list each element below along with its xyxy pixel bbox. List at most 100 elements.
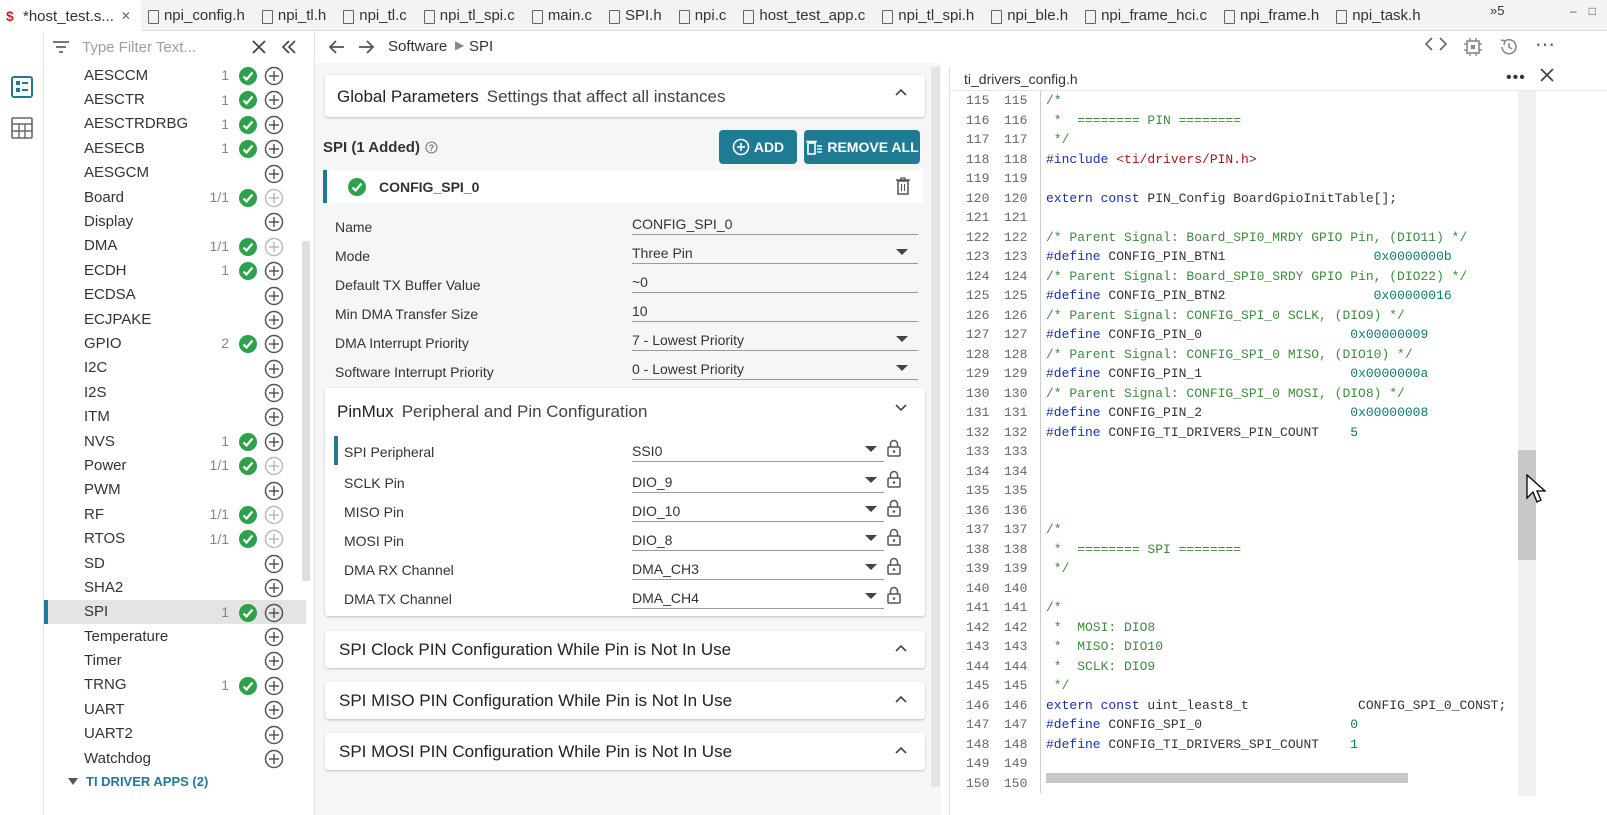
tree-item[interactable]: Watchdog: [44, 746, 306, 770]
tree-item[interactable]: AESECB 1: [44, 136, 306, 160]
history-icon[interactable]: [1499, 37, 1519, 57]
chevron-up-icon[interactable]: [895, 695, 907, 703]
add-button[interactable]: ADD: [719, 130, 797, 164]
add-instance-icon[interactable]: [264, 310, 284, 330]
add-instance-icon[interactable]: [264, 334, 284, 354]
collapsed-section-card[interactable]: SPI Clock PIN Configuration While Pin is…: [325, 631, 925, 668]
add-instance-icon[interactable]: [264, 66, 284, 86]
add-instance-icon[interactable]: [264, 90, 284, 110]
tree-item[interactable]: ECDSA: [44, 283, 306, 307]
add-instance-icon[interactable]: [264, 164, 284, 184]
lock-icon[interactable]: [887, 439, 901, 457]
chevron-up-icon[interactable]: [895, 88, 907, 96]
pinmux-select[interactable]: DIO_10: [632, 500, 884, 522]
breadcrumb-software[interactable]: Software: [388, 38, 447, 55]
add-instance-icon[interactable]: [264, 432, 284, 452]
add-instance-icon[interactable]: [264, 237, 284, 257]
param-input[interactable]: CONFIG_SPI_0: [632, 213, 918, 235]
tree-item[interactable]: RTOS 1/1: [44, 526, 306, 550]
tab-close-icon[interactable]: ✕: [121, 9, 131, 23]
tree-item[interactable]: PWM: [44, 478, 306, 502]
add-instance-icon[interactable]: [264, 359, 284, 379]
tree-item[interactable]: I2C: [44, 356, 306, 380]
add-instance-icon[interactable]: [264, 529, 284, 549]
tree-item[interactable]: ECDH 1: [44, 258, 306, 282]
chevron-down-icon[interactable]: [895, 404, 907, 412]
maximize-icon[interactable]: □: [1589, 4, 1596, 18]
chip-icon[interactable]: [1463, 37, 1483, 57]
filter-icon[interactable]: [53, 41, 69, 53]
lock-icon[interactable]: [887, 470, 901, 488]
lock-icon[interactable]: [887, 586, 901, 604]
tree-scrollbar[interactable]: [302, 241, 310, 581]
tree-item[interactable]: GPIO 2: [44, 331, 306, 355]
editor-filename[interactable]: ti_drivers_config.h: [964, 71, 1078, 87]
editor-tab[interactable]: $ *host_test.s... ✕: [0, 0, 141, 32]
editor-tab[interactable]: SPI.h: [602, 0, 672, 31]
close-editor-icon[interactable]: [1540, 68, 1554, 82]
tree-item[interactable]: UART: [44, 697, 306, 721]
tree-item[interactable]: SD: [44, 551, 306, 575]
lock-icon[interactable]: [887, 528, 901, 546]
param-input[interactable]: 10: [632, 300, 918, 322]
add-instance-icon[interactable]: [264, 554, 284, 574]
add-instance-icon[interactable]: [264, 139, 284, 159]
editor-tab[interactable]: npi.c: [672, 0, 737, 31]
pinmux-select[interactable]: DMA_CH4: [632, 587, 884, 609]
breadcrumb-spi[interactable]: SPI: [469, 38, 493, 55]
add-instance-icon[interactable]: [264, 578, 284, 598]
editor-tab[interactable]: npi_tl.h: [255, 0, 336, 31]
tree-item[interactable]: UART2: [44, 722, 306, 746]
tree-item[interactable]: Timer: [44, 648, 306, 672]
tree-item[interactable]: TRNG 1: [44, 673, 306, 697]
tree-item[interactable]: AESGCM: [44, 161, 306, 185]
tree-item[interactable]: Board 1/1: [44, 185, 306, 209]
editor-tab[interactable]: npi_task.h: [1329, 0, 1430, 31]
help-icon[interactable]: ?: [425, 141, 438, 154]
instance-header[interactable]: CONFIG_SPI_0: [323, 170, 923, 203]
editor-tab[interactable]: npi_frame_hci.c: [1078, 0, 1217, 31]
param-select[interactable]: 7 - Lowest Priority: [632, 329, 918, 351]
editor-more-icon[interactable]: •••: [1506, 69, 1526, 87]
tree-item[interactable]: ECJPAKE: [44, 307, 306, 331]
editor-tab[interactable]: npi_ble.h: [984, 0, 1078, 31]
editor-tab[interactable]: host_test_app.c: [736, 0, 875, 31]
tree-item[interactable]: SHA2: [44, 575, 306, 599]
pinmux-select[interactable]: SSI0: [632, 440, 884, 462]
remove-all-button[interactable]: REMOVE ALL: [804, 130, 920, 164]
code-view-icon[interactable]: [1425, 37, 1447, 57]
editor-hscroll-thumb[interactable]: [1046, 773, 1408, 783]
tree-item[interactable]: RF 1/1: [44, 502, 306, 526]
editor-tab[interactable]: npi_config.h: [141, 0, 255, 31]
collapse-panel-icon[interactable]: [282, 40, 296, 54]
add-instance-icon[interactable]: [264, 286, 284, 306]
tree-item[interactable]: I2S: [44, 380, 306, 404]
editor-tab[interactable]: npi_tl_spi.h: [875, 0, 984, 31]
code-lines[interactable]: 115 115/* 116 116 * ======== PIN ======== 11…: [950, 91, 1520, 796]
add-instance-icon[interactable]: [264, 212, 284, 232]
global-parameters-card[interactable]: Global Parameters Settings that affect al…: [325, 75, 925, 117]
add-instance-icon[interactable]: [264, 481, 284, 501]
chevron-up-icon[interactable]: [895, 746, 907, 754]
filter-input[interactable]: [82, 37, 252, 57]
tree-item[interactable]: Display: [44, 209, 306, 233]
add-instance-icon[interactable]: [264, 627, 284, 647]
forward-icon[interactable]: [358, 40, 374, 54]
clear-filter-icon[interactable]: [252, 40, 266, 54]
tree-item[interactable]: AESCTRDRBG 1: [44, 112, 306, 136]
collapsed-section-card[interactable]: SPI MISO PIN Configuration While Pin is …: [325, 682, 925, 719]
chevron-up-icon[interactable]: [895, 644, 907, 652]
editor-tab[interactable]: npi_tl_spi.c: [417, 0, 525, 31]
lock-icon[interactable]: [887, 557, 901, 575]
param-select[interactable]: 0 - Lowest Priority: [632, 358, 918, 380]
tree-item[interactable]: AESCCM 1: [44, 63, 306, 87]
add-instance-icon[interactable]: [264, 115, 284, 135]
editor-tab[interactable]: npi_tl.c: [336, 0, 417, 31]
add-instance-icon[interactable]: [264, 651, 284, 671]
lock-icon[interactable]: [887, 499, 901, 517]
collapsed-section-card[interactable]: SPI MOSI PIN Configuration While Pin is …: [325, 733, 925, 770]
add-instance-icon[interactable]: [264, 749, 284, 769]
back-icon[interactable]: [329, 40, 345, 54]
tab-overflow-button[interactable]: »5: [1490, 3, 1504, 18]
add-instance-icon[interactable]: [264, 725, 284, 745]
